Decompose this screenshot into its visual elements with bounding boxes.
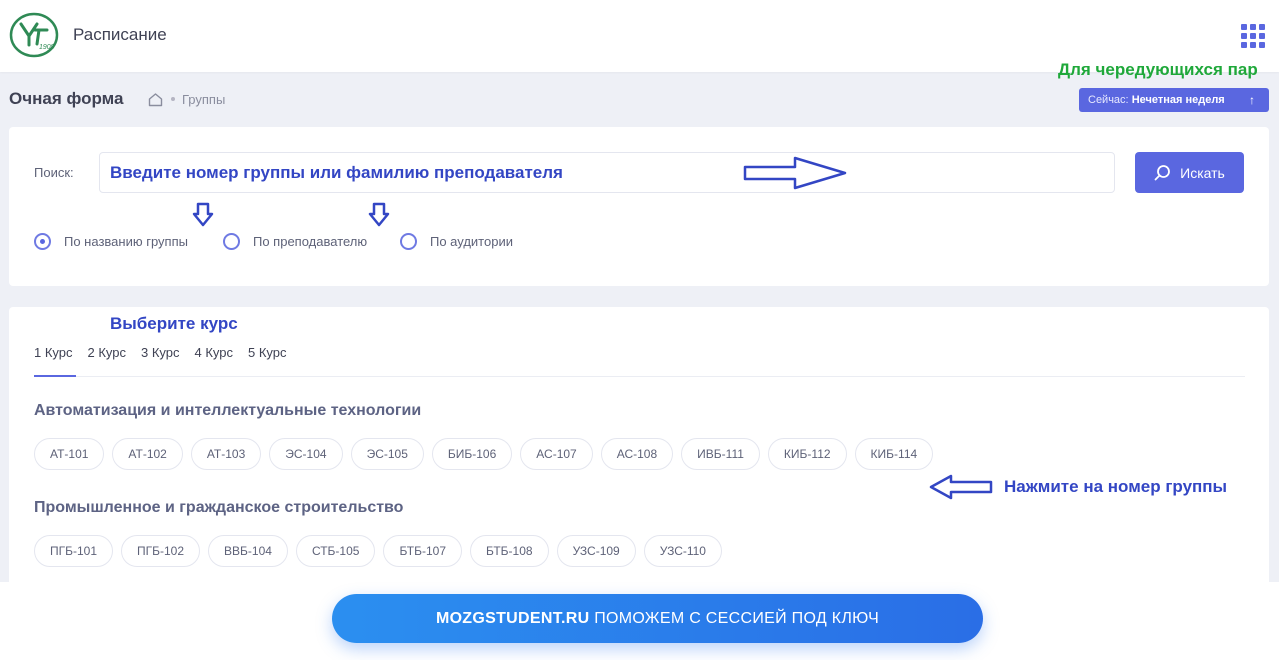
click-group-hint: Нажмите на номер группы: [1004, 477, 1228, 496]
tab-course-5[interactable]: 5 Курс: [248, 345, 287, 360]
search-icon: [1154, 165, 1171, 181]
search-button[interactable]: Искать: [1135, 152, 1244, 193]
radio-label: По аудитории: [430, 234, 513, 249]
radio-label: По преподавателю: [253, 234, 368, 249]
group-chip[interactable]: ПГБ-101: [34, 535, 114, 567]
group-chip[interactable]: АТ-103: [190, 438, 262, 470]
tab-course-4[interactable]: 4 Курс: [195, 345, 234, 360]
radio-by-teacher[interactable]: По преподавателю: [223, 233, 367, 250]
section-title: Промышленное и гражданское строительство: [34, 499, 404, 516]
group-chip[interactable]: ВВБ-104: [208, 535, 288, 567]
svg-text:1909: 1909: [39, 44, 55, 51]
university-logo[interactable]: 1909: [9, 12, 59, 58]
promo-brand: MOZGSTUDENT.RU: [435, 610, 590, 627]
tab-course-3[interactable]: 3 Курс: [141, 345, 180, 360]
arrow-right-outline-icon: [743, 156, 847, 190]
course-tabs: 1 Курс 2 Курс 3 Курс 4 Курс 5 Курс: [34, 345, 302, 360]
group-chip[interactable]: УЗС-109: [556, 535, 636, 567]
radio-by-group[interactable]: По названию группы: [34, 233, 188, 250]
radio-unchecked-icon[interactable]: [223, 233, 240, 250]
group-chip[interactable]: АС-107: [520, 438, 593, 470]
section-title: Автоматизация и интеллектуальные техноло…: [34, 402, 422, 419]
group-chip[interactable]: КИБ-112: [767, 438, 847, 470]
search-label: Поиск:: [34, 165, 74, 180]
search-input[interactable]: [99, 152, 1115, 193]
page-title: Очная форма: [9, 89, 124, 108]
group-chip[interactable]: УЗС-110: [643, 535, 722, 567]
arrow-down-outline-icon: [192, 202, 214, 227]
group-chip[interactable]: ИВБ-111: [681, 438, 760, 470]
group-chip[interactable]: ПГБ-102: [121, 535, 201, 567]
group-list: ПГБ-101 ПГБ-102 ВВБ-104 СТБ-105 БТБ-107 …: [34, 535, 722, 567]
tab-course-1[interactable]: 1 Курс: [34, 345, 73, 360]
tabs-divider: [34, 376, 1245, 377]
group-chip[interactable]: БТБ-107: [383, 535, 462, 567]
radio-label: По названию группы: [64, 234, 188, 249]
group-chip[interactable]: БТБ-108: [470, 535, 549, 567]
search-button-label: Искать: [1180, 164, 1225, 181]
promo-text: ПОМОЖЕМ С СЕССИЕЙ ПОД КЛЮЧ: [594, 610, 880, 627]
group-chip[interactable]: ЭС-105: [350, 438, 424, 470]
home-icon[interactable]: [148, 92, 163, 107]
tab-course-2[interactable]: 2 Курс: [88, 345, 127, 360]
radio-checked-icon[interactable]: [34, 233, 51, 250]
radio-unchecked-icon[interactable]: [400, 233, 417, 250]
group-chip[interactable]: КИБ-114: [854, 438, 934, 470]
current-week-badge[interactable]: Сейчас: Нечетная неделя ↑: [1079, 88, 1269, 112]
breadcrumb-groups[interactable]: Группы: [182, 92, 225, 107]
active-tab-indicator: [34, 375, 76, 377]
breadcrumb-separator: [171, 97, 175, 101]
group-chip[interactable]: АТ-102: [112, 438, 183, 470]
apps-grid-icon[interactable]: [1240, 23, 1266, 49]
radio-by-room[interactable]: По аудитории: [400, 233, 513, 250]
group-list: АТ-101 АТ-102 АТ-103 ЭС-104 ЭС-105 БИБ-1…: [34, 438, 934, 470]
app-title: Расписание: [73, 25, 167, 44]
alternating-pairs-note: Для чередующихся пар: [1058, 60, 1258, 79]
week-label: Сейчас:: [1088, 94, 1129, 106]
promo-button[interactable]: MOZGSTUDENT.RU ПОМОЖЕМ С СЕССИЕЙ ПОД КЛЮ…: [332, 594, 983, 643]
group-chip[interactable]: ЭС-104: [269, 438, 343, 470]
group-chip[interactable]: АТ-101: [34, 438, 105, 470]
group-chip[interactable]: СТБ-105: [295, 535, 376, 567]
group-chip[interactable]: БИБ-106: [431, 438, 513, 470]
group-chip[interactable]: АС-108: [600, 438, 674, 470]
arrow-down-outline-icon: [368, 202, 390, 227]
arrow-left-outline-icon: [929, 474, 993, 500]
week-value: Нечетная неделя: [1131, 94, 1225, 106]
choose-course-hint: Выберите курс: [110, 314, 238, 333]
arrow-up-icon: ↑: [1249, 93, 1255, 107]
